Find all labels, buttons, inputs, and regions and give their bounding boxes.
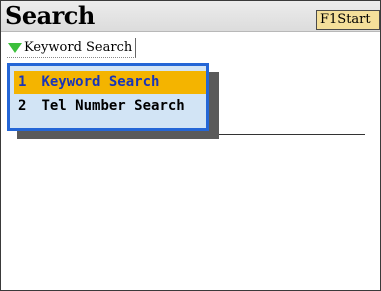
menu-item-label: Tel Number Search <box>41 98 185 114</box>
triangle-down-icon <box>8 42 22 53</box>
input-underline <box>219 134 365 135</box>
search-type-dropdown[interactable]: Keyword Search <box>7 38 137 58</box>
f1-start-button[interactable]: F1Start <box>316 10 380 30</box>
menu-item-number: 2 <box>18 98 27 114</box>
search-type-menu: 1 Keyword Search 2 Tel Number Search <box>7 63 209 131</box>
menu-item-number: 1 <box>18 74 27 90</box>
search-type-selected-label: Keyword Search <box>24 40 133 55</box>
menu-item-label: Keyword Search <box>41 74 160 90</box>
title-bar: Search F1Start <box>1 1 380 32</box>
menu-item-keyword-search[interactable]: 1 Keyword Search <box>14 71 206 94</box>
menu-item-tel-number-search[interactable]: 2 Tel Number Search <box>14 95 206 118</box>
page-title: Search <box>5 1 95 30</box>
